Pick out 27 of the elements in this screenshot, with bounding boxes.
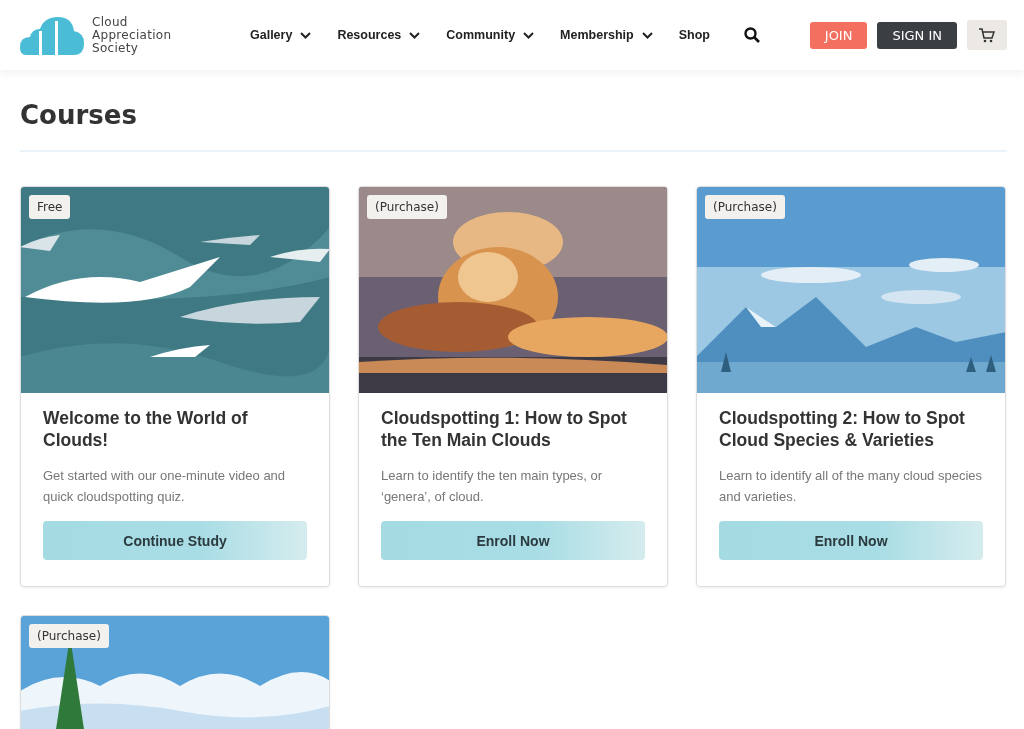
sign-in-button[interactable]: SIGN IN	[877, 21, 957, 49]
course-title: Cloudspotting 2: How to Spot Cloud Species & Varieties	[719, 407, 966, 451]
course-button[interactable]: Enroll Now	[719, 521, 983, 560]
cart-icon	[979, 27, 995, 43]
nav-menu-item[interactable]: Community	[446, 28, 535, 42]
course-description: Learn to identify the ten main types, or ‘genera’, of cloud.	[381, 467, 604, 506]
course-title: Welcome to the World of Clouds!	[43, 407, 249, 451]
price-badge: Free	[29, 195, 71, 219]
course-title: Cloudspotting 1: How to Spot the Ten Main Clouds	[381, 407, 628, 451]
price-badge: (Purchase)	[29, 624, 109, 648]
nav-menu-item[interactable]: Resources	[337, 28, 421, 42]
logo-text: Appreciation	[92, 28, 172, 42]
course-button[interactable]: Enroll Now	[381, 521, 645, 560]
price-badge: (Purchase)	[367, 195, 447, 219]
course-button[interactable]: Continue Study	[43, 521, 307, 560]
course-description: Learn to identify all of the many cloud species and varieties.	[719, 467, 983, 506]
price-badge: (Purchase)	[705, 195, 785, 219]
nav-menu-item[interactable]: Shop	[678, 28, 710, 42]
cloud-logo-icon	[20, 15, 84, 55]
page-title: Courses	[20, 100, 138, 130]
logo-text: Society	[92, 41, 139, 55]
search-icon[interactable]	[743, 27, 760, 43]
cart-button[interactable]	[967, 20, 1007, 50]
nav-menu-item[interactable]: Membership	[560, 28, 653, 42]
nav-menu-item[interactable]: Gallery	[250, 28, 312, 42]
course-description: Get started with our one-minute video and quick cloudspotting quiz.	[43, 467, 287, 506]
logo-text: Cloud	[92, 15, 129, 29]
